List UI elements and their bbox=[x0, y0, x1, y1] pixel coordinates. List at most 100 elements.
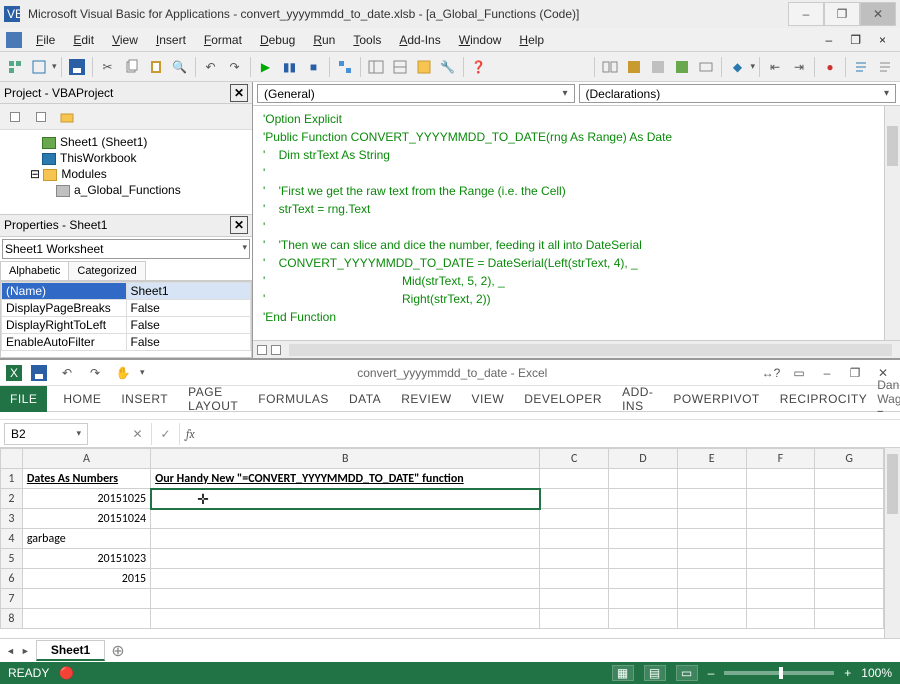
column-header[interactable]: G bbox=[815, 449, 884, 469]
cell[interactable] bbox=[151, 569, 540, 589]
cell[interactable] bbox=[815, 589, 884, 609]
row-header[interactable]: 3 bbox=[1, 509, 23, 529]
qat-undo-icon[interactable]: ↶ bbox=[56, 362, 78, 384]
insert-module-icon[interactable] bbox=[28, 56, 50, 78]
indent-icon[interactable]: ⇥ bbox=[788, 56, 810, 78]
cell[interactable]: 20151024 bbox=[22, 509, 150, 529]
cell[interactable]: 2015 bbox=[22, 569, 150, 589]
object-browser-icon[interactable] bbox=[413, 56, 435, 78]
properties-window-icon[interactable] bbox=[389, 56, 411, 78]
menu-format[interactable]: Format bbox=[196, 31, 250, 49]
cancel-formula-icon[interactable]: ✕ bbox=[124, 423, 152, 445]
row-header[interactable]: 7 bbox=[1, 589, 23, 609]
view-icon[interactable] bbox=[4, 56, 26, 78]
enter-formula-icon[interactable]: ✓ bbox=[152, 423, 180, 445]
row-header[interactable]: 2 bbox=[1, 489, 23, 509]
cell[interactable] bbox=[815, 529, 884, 549]
cell[interactable]: Dates As Numbers bbox=[22, 469, 150, 489]
cell[interactable] bbox=[609, 609, 678, 629]
project-explorer-icon[interactable] bbox=[365, 56, 387, 78]
menu-view[interactable]: View bbox=[104, 31, 146, 49]
cell[interactable] bbox=[609, 489, 678, 509]
paste-icon[interactable] bbox=[145, 56, 167, 78]
cell[interactable]: 20151025 bbox=[22, 489, 150, 509]
cell[interactable] bbox=[540, 589, 609, 609]
code-object-dropdown[interactable]: (General)▾ bbox=[257, 84, 575, 103]
cell[interactable] bbox=[677, 529, 746, 549]
column-header[interactable]: B bbox=[151, 449, 540, 469]
cell[interactable] bbox=[151, 509, 540, 529]
zoom-slider[interactable] bbox=[724, 671, 834, 675]
tab-insert[interactable]: INSERT bbox=[111, 386, 178, 412]
menu-debug[interactable]: Debug bbox=[252, 31, 303, 49]
view-code-icon[interactable] bbox=[4, 106, 26, 128]
cell[interactable] bbox=[540, 549, 609, 569]
undo-icon[interactable]: ↶ bbox=[200, 56, 222, 78]
toggle-folders-icon[interactable] bbox=[56, 106, 78, 128]
cell[interactable] bbox=[540, 489, 609, 509]
cell[interactable] bbox=[746, 569, 815, 589]
macro-record-icon[interactable]: 🔴 bbox=[59, 666, 74, 680]
project-pane-close-icon[interactable]: ✕ bbox=[230, 84, 248, 102]
inner-restore-button[interactable]: ❐ bbox=[842, 31, 869, 49]
cell[interactable] bbox=[609, 549, 678, 569]
tab-add-ins[interactable]: ADD-INS bbox=[612, 386, 663, 412]
cell[interactable] bbox=[22, 609, 150, 629]
qat-touch-icon[interactable]: ✋ bbox=[112, 362, 134, 384]
tb-bookmark-icon[interactable]: ◆ bbox=[726, 56, 748, 78]
qat-save-icon[interactable] bbox=[28, 362, 50, 384]
tab-file[interactable]: FILE bbox=[0, 386, 47, 412]
cell[interactable] bbox=[540, 509, 609, 529]
save-icon[interactable] bbox=[66, 56, 88, 78]
cell[interactable] bbox=[540, 529, 609, 549]
cell[interactable] bbox=[746, 489, 815, 509]
tab-home[interactable]: HOME bbox=[53, 386, 111, 412]
xl-restore-button[interactable]: ❐ bbox=[844, 362, 866, 384]
cell[interactable] bbox=[151, 529, 540, 549]
tab-categorized[interactable]: Categorized bbox=[68, 261, 145, 280]
fx-icon[interactable]: fx bbox=[180, 427, 201, 441]
cell[interactable] bbox=[746, 609, 815, 629]
menu-edit[interactable]: Edit bbox=[65, 31, 102, 49]
properties-object-combo[interactable]: Sheet1 Worksheet▾ bbox=[2, 239, 250, 259]
sheet-tab[interactable]: Sheet1 bbox=[36, 640, 105, 661]
xl-minimize-button[interactable]: – bbox=[816, 362, 838, 384]
cell[interactable] bbox=[815, 569, 884, 589]
outdent-icon[interactable]: ⇤ bbox=[764, 56, 786, 78]
cut-icon[interactable]: ✂ bbox=[97, 56, 119, 78]
tree-node[interactable]: Sheet1 (Sheet1) bbox=[2, 134, 250, 150]
run-icon[interactable]: ▶ bbox=[255, 56, 277, 78]
code-editor[interactable]: 'Option Explicit'Public Function CONVERT… bbox=[253, 106, 884, 340]
minimize-button[interactable]: – bbox=[788, 2, 824, 26]
tab-formulas[interactable]: FORMULAS bbox=[248, 386, 339, 412]
column-header[interactable]: C bbox=[540, 449, 609, 469]
reset-icon[interactable]: ■ bbox=[303, 56, 325, 78]
tab-reciprocity[interactable]: RECIPROCITY bbox=[770, 386, 878, 412]
cell[interactable] bbox=[746, 589, 815, 609]
tab-developer[interactable]: DEVELOPER bbox=[514, 386, 612, 412]
cell[interactable] bbox=[609, 509, 678, 529]
properties-pane-close-icon[interactable]: ✕ bbox=[230, 216, 248, 234]
cell[interactable] bbox=[22, 589, 150, 609]
tab-review[interactable]: REVIEW bbox=[391, 386, 461, 412]
maximize-button[interactable]: ❐ bbox=[824, 2, 860, 26]
property-row[interactable]: (Name)Sheet1 bbox=[2, 282, 251, 299]
system-icon[interactable] bbox=[6, 32, 22, 48]
toolbox-icon[interactable]: 🔧 bbox=[437, 56, 459, 78]
break-icon[interactable]: ▮▮ bbox=[279, 56, 301, 78]
grid-v-scrollbar[interactable] bbox=[884, 448, 900, 638]
design-mode-icon[interactable] bbox=[334, 56, 356, 78]
touch-mode-icon[interactable]: ↔? bbox=[760, 362, 782, 384]
row-header[interactable]: 4 bbox=[1, 529, 23, 549]
sheet-nav-next-icon[interactable]: ► bbox=[21, 646, 30, 656]
breakpoint-icon[interactable]: ● bbox=[819, 56, 841, 78]
cell[interactable] bbox=[540, 609, 609, 629]
page-break-view-icon[interactable]: ▭ bbox=[676, 665, 698, 681]
ribbon-display-icon[interactable]: ▭ bbox=[788, 362, 810, 384]
cell[interactable]: Our Handy New "=CONVERT_YYYYMMDD_TO_DATE… bbox=[151, 469, 540, 489]
cell[interactable] bbox=[746, 469, 815, 489]
add-sheet-button[interactable]: ⊕ bbox=[111, 641, 124, 661]
uncomment-icon[interactable] bbox=[874, 56, 896, 78]
cell[interactable]: ✛ bbox=[151, 489, 540, 509]
column-header[interactable]: F bbox=[746, 449, 815, 469]
